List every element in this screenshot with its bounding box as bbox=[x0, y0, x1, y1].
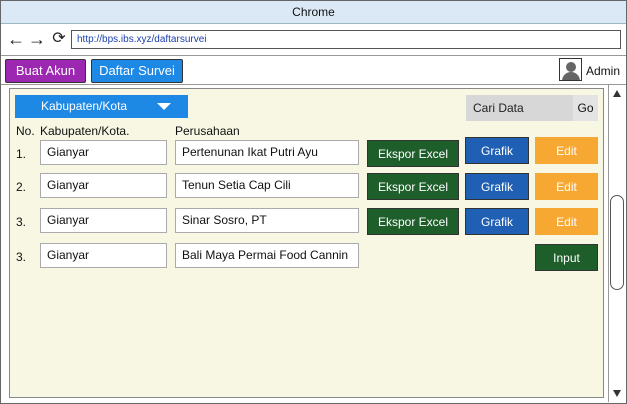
edit-button[interactable]: Edit bbox=[535, 173, 598, 200]
avatar-head bbox=[566, 62, 576, 72]
row-number: 2. bbox=[16, 180, 27, 194]
go-button[interactable]: Go bbox=[573, 95, 598, 121]
buat-akun-button[interactable]: Buat Akun bbox=[5, 59, 86, 83]
row-number: 3. bbox=[16, 215, 27, 229]
vertical-scrollbar[interactable] bbox=[608, 85, 625, 402]
header-no: No. bbox=[16, 124, 35, 138]
region-field[interactable]: Gianyar bbox=[40, 140, 167, 165]
company-field[interactable]: Sinar Sosro, PT bbox=[175, 208, 359, 233]
header-region: Kabupaten/Kota. bbox=[40, 124, 130, 138]
grafik-button[interactable]: Grafik bbox=[465, 137, 529, 164]
address-bar[interactable]: http://bps.ibs.xyz/daftarsurvei bbox=[71, 30, 621, 49]
region-field[interactable]: Gianyar bbox=[40, 208, 167, 233]
new-region-field[interactable]: Gianyar bbox=[40, 243, 167, 268]
back-arrow-icon[interactable]: ← bbox=[7, 29, 25, 49]
scroll-thumb[interactable] bbox=[610, 195, 624, 290]
edit-button[interactable]: Edit bbox=[535, 137, 598, 164]
grafik-button[interactable]: Grafik bbox=[465, 173, 529, 200]
input-button[interactable]: Input bbox=[535, 244, 598, 271]
ekspor-excel-button[interactable]: Ekspor Excel bbox=[367, 208, 459, 235]
grafik-button[interactable]: Grafik bbox=[465, 208, 529, 235]
region-field[interactable]: Gianyar bbox=[40, 173, 167, 198]
scroll-up-icon[interactable] bbox=[613, 90, 621, 97]
forward-arrow-icon[interactable]: → bbox=[28, 29, 46, 49]
header-company: Perusahaan bbox=[175, 124, 240, 138]
reload-icon[interactable]: ⟳ bbox=[50, 29, 68, 49]
row-number: 3. bbox=[16, 250, 27, 264]
avatar-body bbox=[562, 72, 580, 80]
ekspor-excel-button[interactable]: Ekspor Excel bbox=[367, 173, 459, 200]
row-number: 1. bbox=[16, 147, 27, 161]
user-name: Admin bbox=[586, 64, 621, 78]
ekspor-excel-button[interactable]: Ekspor Excel bbox=[367, 140, 459, 167]
caret-down-icon bbox=[157, 103, 171, 110]
scroll-down-icon[interactable] bbox=[613, 390, 621, 397]
edit-button[interactable]: Edit bbox=[535, 208, 598, 235]
search-input[interactable]: Cari Data bbox=[466, 95, 573, 121]
company-field[interactable]: Tenun Setia Cap Cili bbox=[175, 173, 359, 198]
window-title: Chrome bbox=[1, 1, 626, 24]
company-field[interactable]: Pertenunan Ikat Putri Ayu bbox=[175, 140, 359, 165]
region-dropdown-label: Kabupaten/Kota bbox=[41, 99, 128, 113]
user-avatar-icon[interactable] bbox=[559, 58, 582, 81]
app-header: Buat Akun Daftar Survei Admin bbox=[1, 57, 626, 85]
browser-toolbar: ← → ⟳ http://bps.ibs.xyz/daftarsurvei bbox=[1, 24, 626, 56]
new-company-field[interactable]: Bali Maya Permai Food Cannin bbox=[175, 243, 359, 268]
daftar-survei-button[interactable]: Daftar Survei bbox=[91, 59, 183, 83]
region-dropdown[interactable]: Kabupaten/Kota bbox=[15, 95, 188, 118]
